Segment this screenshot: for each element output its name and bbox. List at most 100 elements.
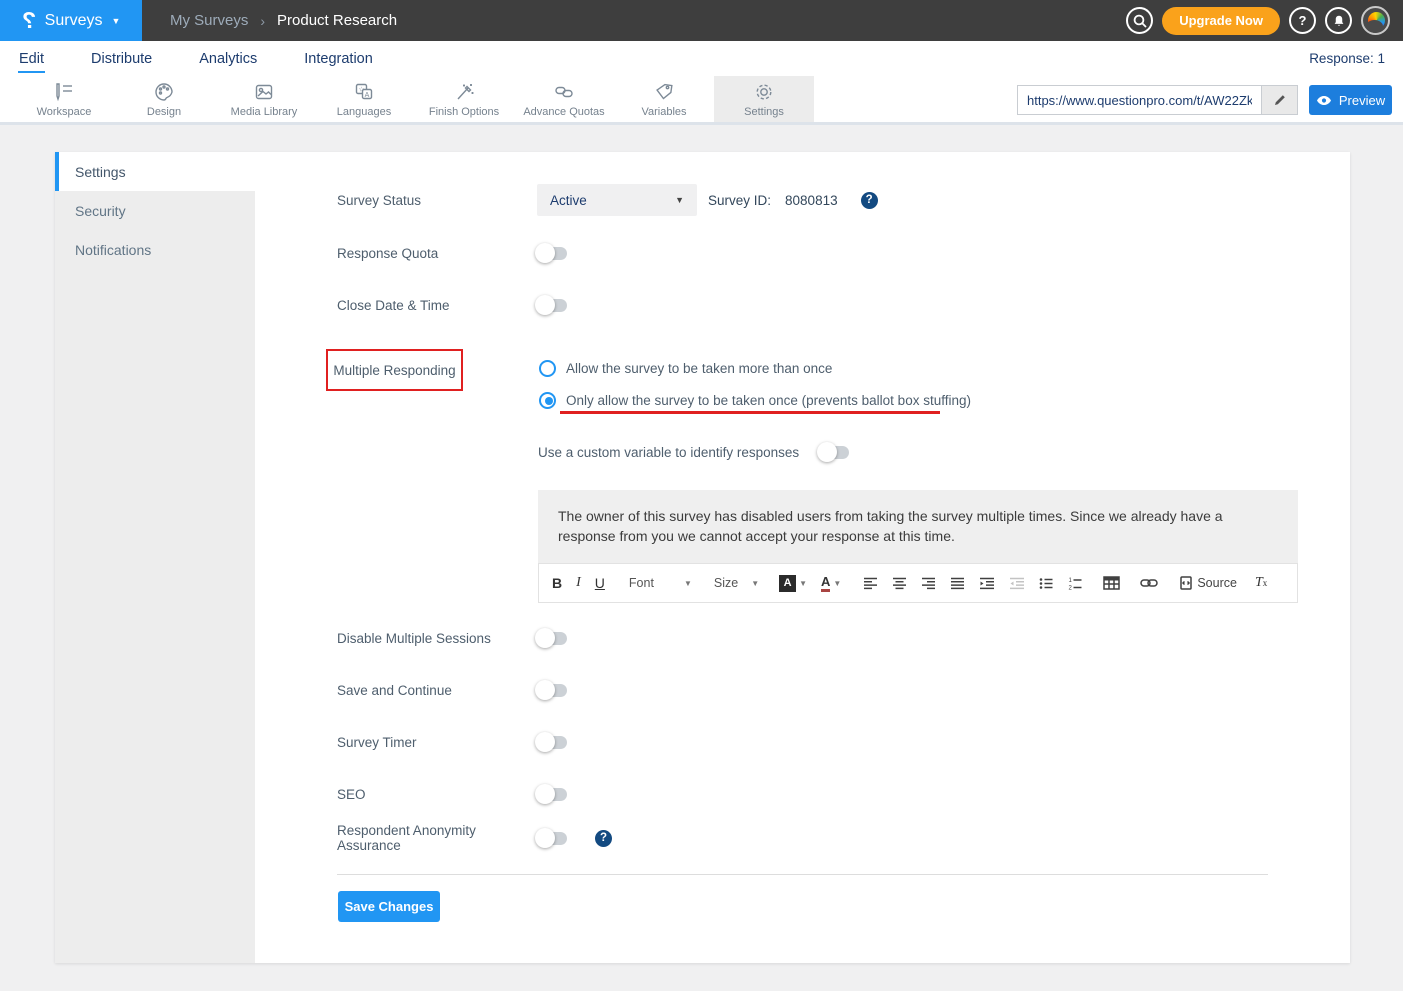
seo-label: SEO: [337, 787, 537, 802]
toolbar-item-languages[interactable]: ☆A Languages: [314, 76, 414, 122]
radio-allow-multiple-label: Allow the survey to be taken more than o…: [566, 361, 832, 376]
upgrade-now-button[interactable]: Upgrade Now: [1162, 7, 1280, 35]
topbar-actions: Upgrade Now ?: [1126, 6, 1403, 35]
survey-id-help-button[interactable]: ?: [861, 192, 878, 209]
font-dropdown[interactable]: Font▼: [629, 576, 692, 590]
underline-button[interactable]: U: [595, 576, 605, 590]
remove-format-button[interactable]: Tx: [1255, 576, 1267, 590]
sidebar-item-notifications[interactable]: Notifications: [55, 230, 255, 269]
help-icon: ?: [866, 194, 873, 206]
svg-text:A: A: [365, 91, 370, 98]
toolbar-item-variables[interactable]: Variables: [614, 76, 714, 122]
respondent-anonymity-label: Respondent Anonymity Assurance: [337, 823, 537, 853]
edit-url-button[interactable]: [1261, 86, 1297, 114]
breadcrumb-my-surveys[interactable]: My Surveys: [170, 12, 248, 29]
finish-wand-icon: [453, 81, 475, 103]
chevron-down-icon: ▼: [675, 195, 684, 205]
breadcrumb-current-survey: Product Research: [277, 12, 397, 29]
disable-multiple-sessions-toggle[interactable]: [537, 632, 567, 645]
response-quota-row: Response Quota: [337, 237, 567, 269]
search-button[interactable]: [1126, 7, 1153, 34]
response-quota-toggle[interactable]: [537, 247, 567, 260]
languages-translate-icon: ☆A: [353, 81, 375, 103]
multiple-responding-label: Multiple Responding: [333, 363, 455, 378]
breadcrumb: My Surveys › Product Research: [170, 12, 397, 29]
section-tabbar: Edit Distribute Analytics Integration Re…: [0, 41, 1403, 76]
custom-variable-label: Use a custom variable to identify respon…: [538, 445, 799, 460]
size-dropdown[interactable]: Size▼: [714, 576, 759, 590]
preview-button[interactable]: Preview: [1309, 85, 1392, 115]
save-and-continue-toggle[interactable]: [537, 684, 567, 697]
toolbar-item-settings[interactable]: Settings: [714, 76, 814, 122]
text-color-button[interactable]: A▼: [821, 575, 841, 592]
survey-status-select[interactable]: Active ▼: [537, 184, 697, 216]
tab-edit[interactable]: Edit: [18, 45, 45, 73]
tab-analytics[interactable]: Analytics: [198, 45, 258, 73]
insert-link-button[interactable]: [1140, 578, 1158, 588]
radio-allow-multiple[interactable]: [539, 360, 556, 377]
survey-url-input[interactable]: [1018, 86, 1261, 114]
avatar[interactable]: [1361, 6, 1390, 35]
divider: [337, 874, 1268, 875]
respondent-anonymity-toggle[interactable]: [537, 832, 567, 845]
close-date-toggle[interactable]: [537, 299, 567, 312]
questionpro-logo-icon: ?: [22, 9, 36, 32]
product-switcher[interactable]: ? Surveys ▼: [0, 0, 142, 41]
table-icon: [1103, 576, 1120, 590]
insert-table-button[interactable]: [1103, 576, 1120, 590]
toolbar-item-advance-quotas[interactable]: Advance Quotas: [514, 76, 614, 122]
variables-tag-icon: [653, 81, 675, 103]
eye-icon: [1316, 95, 1332, 106]
bulleted-list-button[interactable]: [1039, 577, 1054, 590]
settings-sidebar: Settings Security Notifications: [55, 152, 255, 963]
response-quota-label: Response Quota: [337, 246, 537, 261]
notifications-button[interactable]: [1325, 7, 1352, 34]
decrease-indent-icon: [1009, 577, 1025, 590]
save-and-continue-row: Save and Continue: [337, 674, 567, 706]
respondent-anonymity-help-button[interactable]: ?: [595, 830, 612, 847]
respondent-anonymity-row: Respondent Anonymity Assurance ?: [337, 822, 612, 854]
align-left-icon: [863, 577, 878, 590]
sidebar-item-settings[interactable]: Settings: [55, 152, 255, 191]
increase-indent-button[interactable]: [979, 577, 995, 590]
help-icon: ?: [600, 832, 607, 844]
sidebar-item-security[interactable]: Security: [55, 191, 255, 230]
help-button[interactable]: ?: [1289, 7, 1316, 34]
italic-button[interactable]: I: [576, 576, 581, 590]
toolbar-item-finish-options[interactable]: Finish Options: [414, 76, 514, 122]
seo-toggle[interactable]: [537, 788, 567, 801]
justify-button[interactable]: [950, 577, 965, 590]
source-button[interactable]: Source: [1180, 576, 1237, 590]
settings-gear-icon: [753, 81, 775, 103]
save-and-continue-label: Save and Continue: [337, 683, 537, 698]
align-center-icon: [892, 577, 907, 590]
topbar: ? Surveys ▼ My Surveys › Product Researc…: [0, 0, 1403, 41]
decrease-indent-button[interactable]: [1009, 577, 1025, 590]
chevron-down-icon: ▼: [111, 16, 120, 26]
media-image-icon: [253, 81, 275, 103]
toolbar-item-design[interactable]: Design: [114, 76, 214, 122]
custom-variable-toggle[interactable]: [819, 446, 849, 459]
align-right-button[interactable]: [921, 577, 936, 590]
align-left-button[interactable]: [863, 577, 878, 590]
save-changes-button[interactable]: Save Changes: [338, 891, 440, 922]
product-label: Surveys: [45, 12, 103, 30]
disabled-message-textarea[interactable]: The owner of this survey has disabled us…: [538, 490, 1298, 563]
numbered-list-button[interactable]: 12: [1068, 577, 1083, 590]
bell-icon: [1332, 14, 1346, 28]
toolbar-item-workspace[interactable]: Workspace: [14, 76, 114, 122]
survey-timer-toggle[interactable]: [537, 736, 567, 749]
tab-distribute[interactable]: Distribute: [90, 45, 153, 73]
search-icon: [1133, 14, 1147, 28]
bold-button[interactable]: B: [552, 576, 562, 590]
response-count[interactable]: Response: 1: [1309, 51, 1385, 66]
survey-status-label: Survey Status: [337, 193, 537, 208]
align-center-button[interactable]: [892, 577, 907, 590]
radio-only-once-label: Only allow the survey to be taken once (…: [566, 393, 971, 408]
background-color-button[interactable]: A▼: [779, 575, 807, 592]
multiple-responding-annotation-box: Multiple Responding: [326, 349, 463, 391]
edit-toolbar: Workspace Design Media Library ☆A Langua…: [0, 76, 1403, 125]
tab-integration[interactable]: Integration: [303, 45, 374, 73]
radio-only-once[interactable]: [539, 392, 556, 409]
toolbar-item-media-library[interactable]: Media Library: [214, 76, 314, 122]
